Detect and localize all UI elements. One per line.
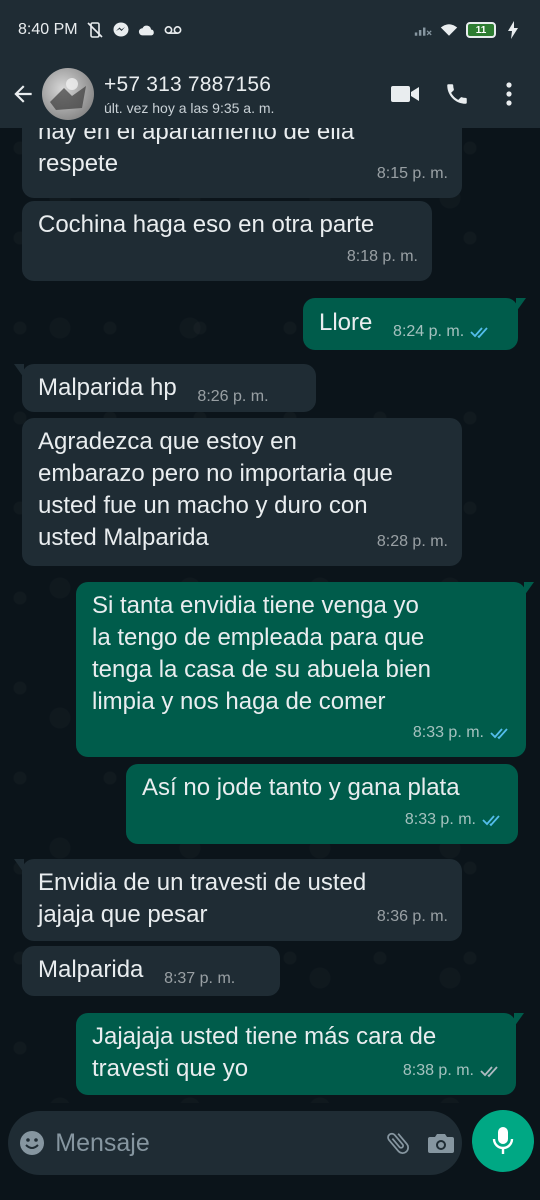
emoji-button[interactable] [8,1129,55,1157]
voice-call-button[interactable] [442,79,472,109]
video-call-icon [391,86,419,102]
message-text: Malparida [38,956,144,983]
message-text: Cochina haga eso en otra parte [38,211,375,238]
message-time: 8:15 p. m. [376,165,448,182]
attach-button[interactable] [377,1129,419,1157]
contact-info[interactable]: +57 313 7887156 últ. vez hoy a las 9:35 … [104,73,274,116]
no-signal-icon [414,21,432,39]
message-time: 8:26 p. m. [197,388,269,405]
message-incoming[interactable]: Envidia de un travesti de usted jajaja q… [14,859,462,941]
message-incoming[interactable]: Agradezca que estoy en embarazo pero no … [22,418,462,566]
message-time: 8:24 p. m. [393,323,465,340]
messenger-icon [112,21,130,39]
delivered-icon [480,1066,498,1078]
wifi-icon [440,21,458,39]
avatar[interactable] [42,68,94,120]
camera-button[interactable] [420,1130,462,1156]
composer-bar [0,1103,540,1200]
message-text: Llore [319,309,373,336]
message-outgoing[interactable]: Jajajaja usted tiene más cara de travest… [76,1013,524,1095]
message-outgoing[interactable]: Así no jode tanto y gana plata 8:33 p. m… [126,764,518,844]
message-outgoing[interactable]: Llore 8:24 p. m. [303,298,526,350]
message-time: 8:36 p. m. [376,908,448,925]
voicemail-icon [164,21,182,39]
message-incoming[interactable]: Cochina haga eso en otra parte 8:18 p. m… [22,201,432,281]
microphone-icon [492,1127,514,1154]
voice-record-button[interactable] [472,1110,534,1172]
contact-name: +57 313 7887156 [104,72,272,96]
message-incoming[interactable]: hay en el apartamento de ella respete 8:… [22,128,462,198]
read-receipt-icon [470,327,488,339]
back-button[interactable] [4,60,42,128]
video-call-button[interactable] [390,79,420,109]
status-bar: 8:40 PM 11 [0,0,540,60]
message-time: 8:18 p. m. [346,248,418,265]
last-seen: últ. vez hoy a las 9:35 a. m. [104,99,275,116]
emoji-icon [19,1131,44,1155]
status-time: 8:40 PM [18,21,78,38]
chat-header: +57 313 7887156 últ. vez hoy a las 9:35 … [0,60,540,128]
message-input[interactable] [55,1128,378,1158]
message-time: 8:33 p. m. [404,811,476,828]
message-text: Si tanta envidia tiene venga yo la tengo… [92,592,431,715]
camera-icon [427,1134,454,1153]
menu-button[interactable] [494,79,524,109]
read-receipt-icon [490,728,508,740]
message-text: Malparida hp [38,374,177,401]
cloud-icon [138,21,156,39]
message-composer [8,1111,462,1175]
message-outgoing[interactable]: Si tanta envidia tiene venga yo la tengo… [76,582,534,757]
message-text: Así no jode tanto y gana plata [142,774,460,801]
more-vertical-icon [506,82,512,106]
charging-icon [504,21,522,39]
arrow-left-icon [14,85,32,103]
message-incoming[interactable]: Malparida 8:37 p. m. [22,946,280,996]
message-time: 8:37 p. m. [164,970,236,987]
message-time: 8:38 p. m. [402,1062,474,1079]
message-list[interactable]: hay en el apartamento de ella respete 8:… [0,128,540,1103]
phone-icon [447,84,467,104]
battery-indicator: 11 [466,22,496,38]
message-time: 8:33 p. m. [412,724,484,741]
paperclip-icon [387,1132,410,1154]
message-time: 8:28 p. m. [376,533,448,550]
message-incoming[interactable]: Malparida hp 8:26 p. m. [14,364,316,412]
vibrate-off-icon [86,21,104,39]
read-receipt-icon [482,815,500,827]
